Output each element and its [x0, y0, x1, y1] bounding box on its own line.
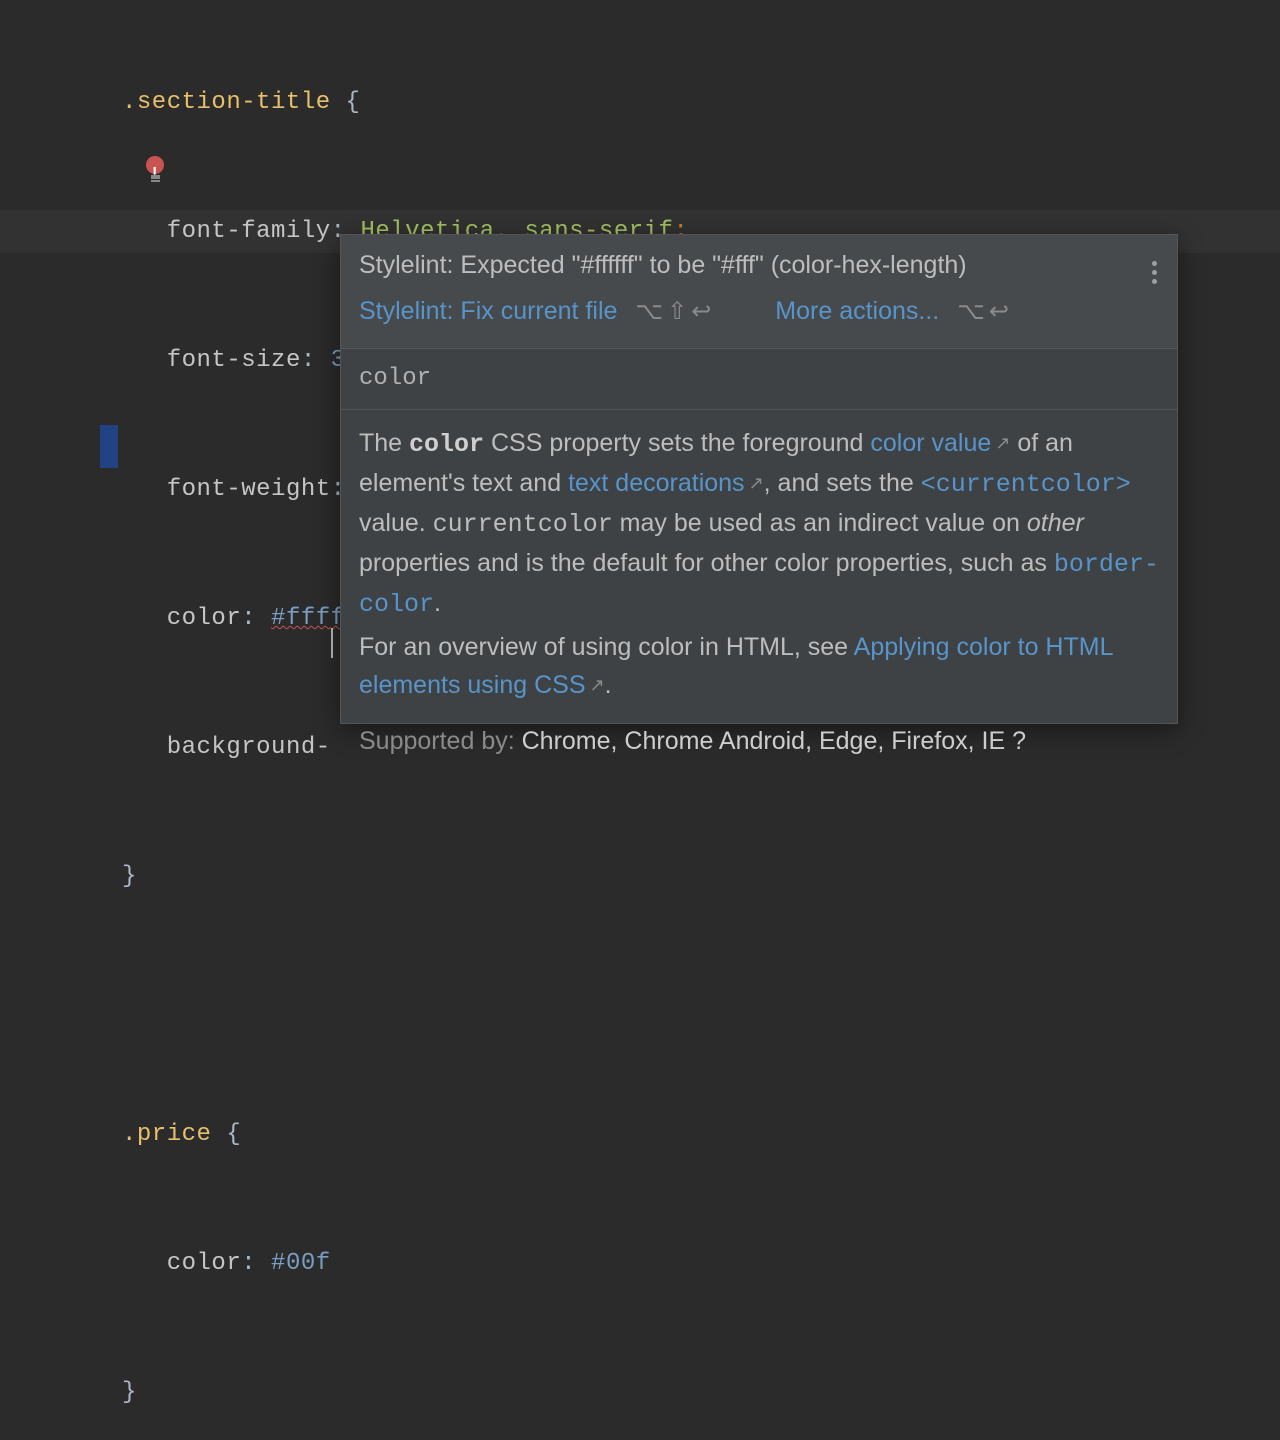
css-property: font-weight: [167, 476, 331, 503]
doc-link-color-value[interactable]: color value: [870, 429, 991, 457]
doc-link-currentcolor[interactable]: <currentcolor>: [921, 470, 1131, 499]
external-link-icon: ↗: [995, 433, 1010, 453]
code-editor[interactable]: .section-title { font-family: Helvetica,…: [0, 0, 1280, 720]
doc-text: value.: [359, 509, 433, 537]
doc-italic: other: [1027, 509, 1084, 537]
hex-value-error: #fff: [271, 605, 331, 632]
css-selector: .price: [122, 1121, 211, 1148]
editor-gutter: [0, 0, 122, 720]
doc-text: .: [605, 671, 612, 699]
doc-link-text-decorations[interactable]: text decorations: [568, 469, 745, 497]
doc-text: For an overview of using color in HTML, …: [359, 633, 854, 661]
brace-open: {: [331, 89, 361, 116]
doc-code: color: [409, 430, 484, 459]
css-property: background-: [167, 734, 331, 761]
shortcut-fix: ⌥⇧↩: [635, 298, 715, 325]
doc-code: currentcolor: [433, 510, 613, 539]
popup-header: Stylelint: Expected "#ffffff" to be "#ff…: [341, 235, 1177, 349]
css-property: color: [167, 605, 242, 632]
supported-browsers: Chrome, Chrome Android, Edge, Firefox, I…: [522, 727, 1026, 755]
doc-body: The color CSS property sets the foregrou…: [341, 410, 1177, 760]
more-options-icon[interactable]: [1145, 257, 1163, 285]
bulb-base-icon: [151, 175, 160, 179]
doc-property-name: color: [341, 349, 1177, 410]
hex-value: #00f: [271, 1250, 331, 1277]
css-property: color: [167, 1250, 242, 1277]
doc-text: may be used as an indirect value on: [613, 509, 1027, 537]
error-bulb-icon[interactable]: [146, 156, 164, 174]
external-link-icon: ↗: [590, 675, 605, 695]
css-property: font-family: [167, 218, 331, 245]
selection-gutter-marker: [100, 425, 118, 468]
doc-text: properties and is the default for other …: [359, 549, 1054, 577]
inspection-popup: Stylelint: Expected "#ffffff" to be "#ff…: [340, 234, 1178, 724]
external-link-icon: ↗: [749, 473, 764, 493]
doc-text: The: [359, 429, 409, 457]
lint-error-message: Stylelint: Expected "#ffffff" to be "#ff…: [359, 247, 1159, 283]
css-property: font-size: [167, 347, 301, 374]
doc-text: CSS property sets the foreground: [484, 429, 870, 457]
brace-open: {: [211, 1121, 241, 1148]
css-selector: .section-title: [122, 89, 331, 116]
fix-file-action[interactable]: Stylelint: Fix current file: [359, 297, 617, 325]
doc-text: .: [434, 589, 441, 617]
doc-text: , and sets the: [764, 469, 921, 497]
more-actions-link[interactable]: More actions...: [775, 297, 939, 325]
shortcut-more: ⌥↩: [957, 298, 1013, 325]
brace-close: }: [122, 1379, 137, 1406]
supported-label: Supported by:: [359, 727, 515, 755]
brace-close: }: [122, 863, 137, 890]
